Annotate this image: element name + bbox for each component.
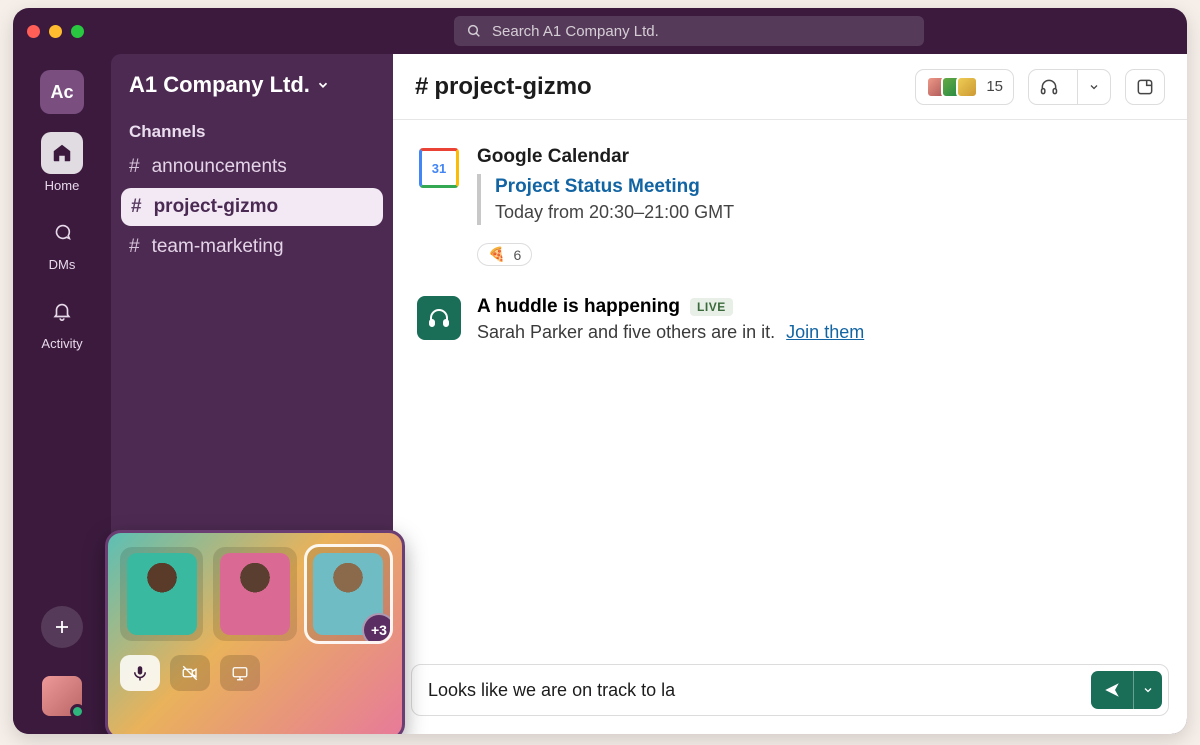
reaction-emoji: 🍕 (488, 246, 505, 263)
message-composer[interactable]: Looks like we are on track to la (411, 664, 1169, 716)
chevron-down-icon (316, 78, 330, 92)
huddle-participant-tiles: +3 (120, 547, 390, 641)
send-icon (1103, 681, 1121, 699)
avatar (127, 553, 197, 635)
reaction-chip[interactable]: 🍕 6 (477, 243, 532, 266)
huddle-participant[interactable] (120, 547, 203, 641)
canvas-icon (1135, 77, 1155, 97)
member-count: 15 (986, 78, 1003, 95)
channel-name: team-marketing (152, 236, 284, 258)
presence-dot (70, 704, 85, 719)
member-count-button[interactable]: 15 (915, 69, 1014, 105)
titlebar: Search A1 Company Ltd. (13, 8, 1187, 54)
search-icon (466, 23, 482, 39)
bell-icon (41, 290, 83, 332)
message-sender[interactable]: Google Calendar (477, 146, 1163, 168)
live-badge: LIVE (690, 298, 733, 316)
hash-icon: # (415, 73, 428, 100)
canvas-button[interactable] (1125, 69, 1165, 105)
huddle-header-button[interactable] (1028, 69, 1111, 105)
nav-rail: Ac Home DMs Activity (13, 54, 111, 734)
dms-icon (41, 211, 83, 253)
microphone-icon (131, 664, 149, 682)
event-time: Today from 20:30–21:00 GMT (495, 202, 1163, 223)
close-window-button[interactable] (27, 25, 40, 38)
workspace-tile[interactable]: Ac (40, 70, 84, 114)
reaction-count: 6 (513, 247, 521, 263)
workspace-switcher[interactable]: A1 Company Ltd. (111, 68, 393, 116)
huddle-title: A huddle is happening (477, 296, 680, 318)
sidebar-channel-team-marketing[interactable]: # team-marketing (111, 228, 393, 266)
hash-icon: # (129, 156, 140, 178)
huddle-widget[interactable]: +3 (105, 530, 405, 734)
headphones-icon (427, 306, 451, 330)
channel-name: project-gizmo (154, 196, 279, 218)
rail-label: Activity (41, 336, 82, 351)
channel-title[interactable]: #project-gizmo (415, 73, 592, 101)
rail-item-home[interactable]: Home (41, 132, 83, 193)
calendar-icon: 31 (419, 148, 459, 188)
search-input[interactable]: Search A1 Company Ltd. (454, 16, 924, 46)
huddle-avatar (417, 296, 461, 340)
self-avatar[interactable] (42, 676, 82, 716)
avatar (220, 553, 290, 635)
sidebar-channel-project-gizmo[interactable]: # project-gizmo (121, 188, 383, 226)
rail-item-dms[interactable]: DMs (41, 211, 83, 272)
rail-item-activity[interactable]: Activity (41, 290, 83, 351)
camera-off-icon (180, 664, 200, 682)
plus-icon (53, 618, 71, 636)
rail-label: Home (45, 178, 80, 193)
event-title-link[interactable]: Project Status Meeting (495, 176, 1163, 198)
hash-icon: # (131, 196, 142, 218)
join-huddle-link[interactable]: Join them (786, 322, 864, 342)
hash-icon: # (129, 236, 140, 258)
avatar-stack (926, 76, 978, 98)
headphones-icon (1029, 70, 1069, 104)
send-button-split (1091, 671, 1162, 709)
zoom-window-button[interactable] (71, 25, 84, 38)
section-channels-label: Channels (111, 116, 393, 148)
huddle-mic-button[interactable] (120, 655, 160, 691)
calendar-attachment: Project Status Meeting Today from 20:30–… (477, 174, 1163, 225)
channel-header: #project-gizmo 15 (393, 54, 1187, 120)
send-options-button[interactable] (1133, 671, 1162, 709)
huddle-participant[interactable] (213, 547, 296, 641)
huddle-detail: Sarah Parker and five others are in it. (477, 322, 775, 342)
huddle-overflow-count[interactable]: +3 (362, 613, 390, 641)
message-huddle-notice: A huddle is happening LIVE Sarah Parker … (417, 296, 1163, 343)
huddle-camera-button[interactable] (170, 655, 210, 691)
huddle-participant[interactable]: +3 (307, 547, 390, 641)
window-controls (27, 25, 84, 38)
main-panel: #project-gizmo 15 (393, 54, 1187, 734)
rail-label: DMs (49, 257, 76, 272)
create-button[interactable] (41, 606, 83, 648)
sidebar: A1 Company Ltd. Channels # announcements… (111, 54, 393, 734)
channel-name: announcements (152, 156, 287, 178)
chevron-down-icon (1142, 684, 1154, 696)
channel-title-name: project-gizmo (434, 73, 591, 100)
huddle-controls (120, 655, 390, 691)
avatar (956, 76, 978, 98)
app-avatar-google-calendar: 31 (417, 146, 461, 190)
search-placeholder: Search A1 Company Ltd. (492, 23, 659, 40)
composer-text[interactable]: Looks like we are on track to la (428, 680, 1081, 701)
screen-share-icon (230, 664, 250, 682)
send-button[interactable] (1091, 671, 1133, 709)
app-window: Search A1 Company Ltd. Ac Home DMs (13, 8, 1187, 734)
huddle-screenshare-button[interactable] (220, 655, 260, 691)
workspace-name: A1 Company Ltd. (129, 72, 310, 98)
chevron-down-icon[interactable] (1077, 70, 1110, 104)
composer-area: Looks like we are on track to la (393, 664, 1187, 734)
message-google-calendar: 31 Google Calendar Project Status Meetin… (417, 146, 1163, 266)
home-icon (41, 132, 83, 174)
sidebar-channel-announcements[interactable]: # announcements (111, 148, 393, 186)
minimize-window-button[interactable] (49, 25, 62, 38)
message-list: 31 Google Calendar Project Status Meetin… (393, 120, 1187, 664)
